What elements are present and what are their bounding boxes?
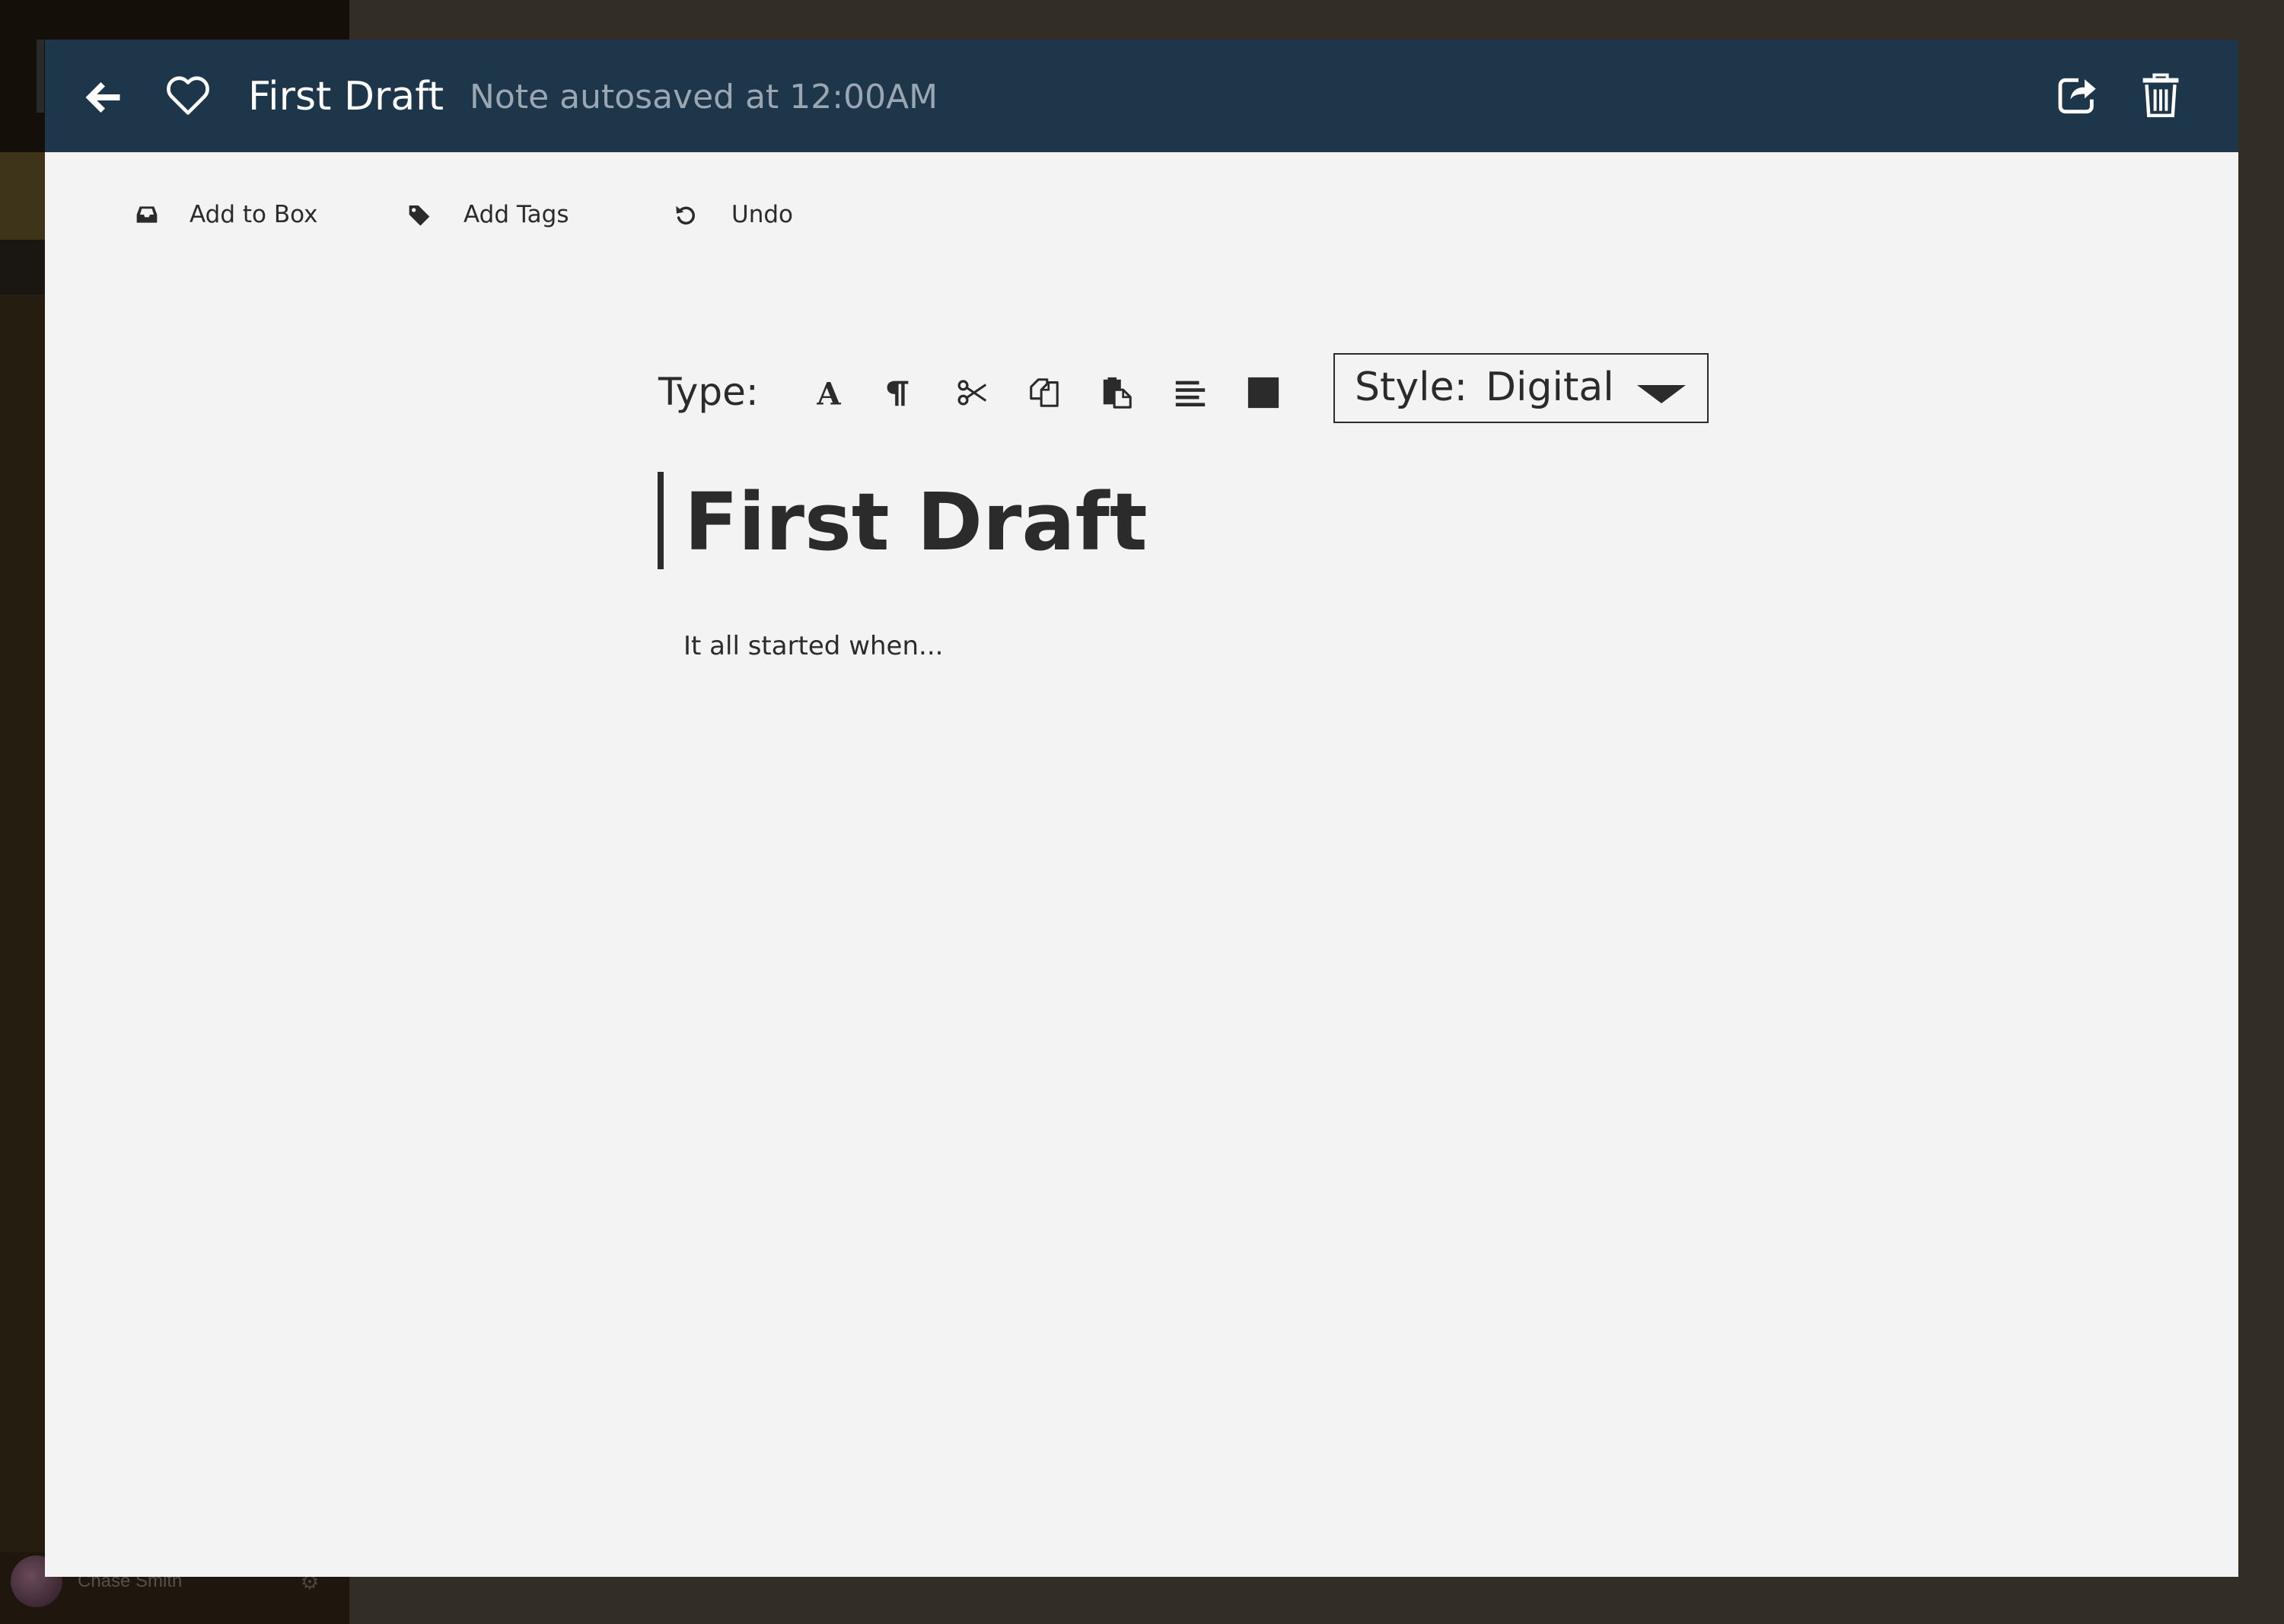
undo-button[interactable]: Undo [674, 192, 793, 237]
add-to-box-label: Add to Box [190, 201, 318, 228]
copy-button[interactable] [1024, 372, 1065, 413]
copy-icon [1030, 378, 1059, 407]
paste-button[interactable] [1097, 372, 1138, 413]
style-value: Digital [1486, 365, 1614, 410]
note-title: First Draft [248, 74, 444, 119]
scissors-icon [957, 380, 987, 406]
caret-down-icon [1637, 385, 1686, 403]
font-button[interactable]: A [808, 372, 849, 413]
style-label: Style: [1355, 365, 1468, 410]
favorite-button[interactable] [163, 70, 213, 120]
color-square-icon [1247, 377, 1279, 409]
paragraph-button[interactable] [878, 372, 919, 413]
autosave-status: Note autosaved at 12:00AM [470, 78, 938, 116]
document-title[interactable]: First Draft [684, 473, 1148, 571]
note-editor-modal: First Draft Note autosaved at 12:00AM Ad… [45, 40, 2238, 1577]
trash-icon [2142, 73, 2179, 118]
font-icon: A [816, 376, 841, 410]
align-button[interactable] [1170, 372, 1211, 413]
share-icon [2058, 78, 2096, 114]
svg-text:A: A [816, 376, 841, 410]
type-label: Type: [658, 370, 759, 414]
undo-icon [676, 205, 696, 225]
back-button[interactable] [80, 75, 126, 120]
paste-icon [1103, 377, 1132, 409]
editor-header: First Draft Note autosaved at 12:00AM [45, 40, 2238, 152]
paragraph-icon [887, 381, 909, 406]
delete-button[interactable] [2139, 72, 2182, 120]
share-button[interactable] [2054, 70, 2103, 119]
tag-icon [409, 205, 430, 226]
cut-button[interactable] [952, 372, 993, 413]
heart-outline-icon [167, 76, 209, 115]
add-to-box-button[interactable]: Add to Box [135, 192, 317, 237]
style-dropdown[interactable]: Style: Digital [1333, 353, 1709, 423]
add-tags-button[interactable]: Add Tags [407, 192, 569, 237]
align-left-icon [1175, 381, 1206, 407]
background-thumbnail-edge [37, 40, 44, 113]
undo-label: Undo [731, 201, 793, 228]
add-tags-label: Add Tags [463, 201, 569, 228]
document-body[interactable]: It all started when... [683, 627, 943, 665]
color-button[interactable] [1243, 372, 1284, 413]
text-cursor [658, 472, 664, 569]
inbox-icon [136, 206, 158, 223]
arrow-left-icon [85, 82, 120, 113]
